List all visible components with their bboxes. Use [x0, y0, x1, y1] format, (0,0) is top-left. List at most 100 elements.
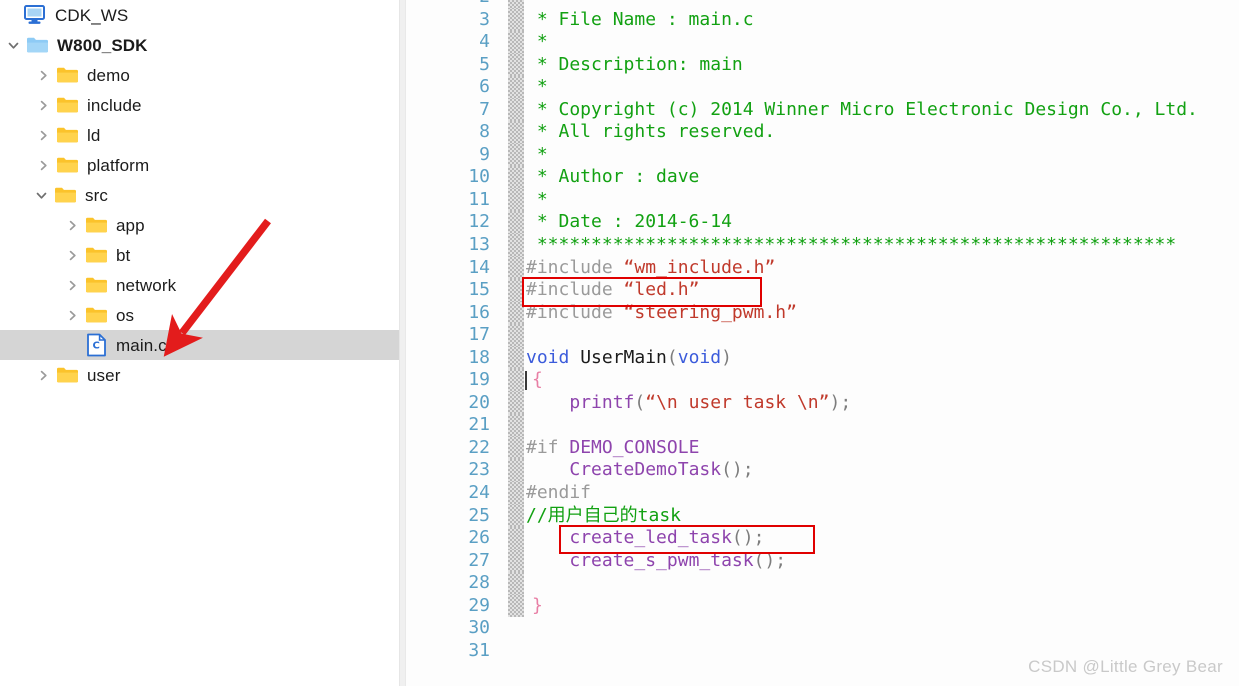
- fold-margin[interactable]: [508, 482, 524, 505]
- fold-margin[interactable]: [508, 211, 524, 235]
- panel-divider[interactable]: [399, 0, 406, 686]
- chevron-placeholder: [61, 330, 83, 360]
- tree-item-demo[interactable]: demo: [0, 60, 399, 90]
- token-parens: (): [721, 459, 743, 481]
- tree-item-cdk-ws[interactable]: CDK_WS: [0, 0, 399, 30]
- line-number: 8: [479, 121, 490, 143]
- chevron-right-icon[interactable]: [32, 60, 54, 90]
- fold-margin[interactable]: [508, 301, 524, 325]
- token-paren: ): [721, 346, 732, 368]
- fold-margin[interactable]: [508, 617, 524, 640]
- fold-margin[interactable]: [508, 76, 524, 99]
- chevron-right-icon[interactable]: [32, 360, 54, 390]
- tree-item-network[interactable]: network: [0, 270, 399, 300]
- tree-item-label: platform: [87, 155, 150, 175]
- tree-item-bt[interactable]: bt: [0, 240, 399, 270]
- fold-margin[interactable]: [508, 369, 524, 392]
- chevron-right-icon[interactable]: [61, 240, 83, 270]
- token-keyword-void: void: [526, 346, 570, 368]
- token-semicolon: ;: [742, 459, 754, 481]
- tree-item-platform[interactable]: platform: [0, 150, 399, 180]
- tree-item-label: user: [87, 365, 121, 385]
- tree-item-w800-sdk[interactable]: W800_SDK: [0, 30, 399, 60]
- chevron-right-icon[interactable]: [61, 270, 83, 300]
- code-text: //用户自己的task: [526, 504, 682, 526]
- line-number: 10: [468, 166, 490, 188]
- code-text: create_s_pwm_task();: [526, 550, 786, 573]
- fold-margin[interactable]: [508, 527, 524, 550]
- fold-margin[interactable]: [508, 414, 524, 437]
- chevron-right-icon[interactable]: [32, 120, 54, 150]
- fold-margin[interactable]: [508, 640, 524, 663]
- code-text: * Description: main: [526, 53, 743, 75]
- code-text: #if DEMO_CONSOLE: [526, 437, 699, 460]
- line-number: 30: [468, 617, 490, 639]
- tree-item-user[interactable]: user: [0, 360, 399, 390]
- tree-item-include[interactable]: include: [0, 90, 399, 120]
- chevron-down-icon[interactable]: [30, 180, 52, 210]
- line-number: 7: [479, 98, 490, 120]
- tree-item-os[interactable]: os: [0, 300, 399, 330]
- fold-margin[interactable]: [508, 459, 524, 483]
- fold-margin[interactable]: [508, 166, 524, 189]
- code-line: 21: [406, 414, 1239, 437]
- fold-margin[interactable]: [508, 324, 524, 347]
- chevron-right-icon[interactable]: [32, 90, 54, 120]
- tree-item-app[interactable]: app: [0, 210, 399, 240]
- chevron-right-icon[interactable]: [32, 150, 54, 180]
- fold-margin[interactable]: [508, 504, 524, 528]
- tree-item-ld[interactable]: ld: [0, 120, 399, 150]
- token-directive: #include: [526, 301, 613, 323]
- fold-margin[interactable]: [508, 572, 524, 595]
- chevron-down-icon[interactable]: [2, 30, 24, 60]
- svg-text:C: C: [92, 341, 99, 352]
- code-line: 25 //用户自己的task: [406, 504, 1239, 528]
- fold-margin[interactable]: [508, 256, 524, 280]
- code-text: * File Name : main.c: [526, 8, 754, 30]
- token-function-call: create_s_pwm_task: [569, 549, 754, 571]
- tree-item-label: os: [116, 305, 135, 325]
- fold-margin[interactable]: [508, 8, 524, 32]
- code-line: 4 *: [406, 31, 1239, 54]
- ide-window: CDK_WS W800_SDK demo include ld platform…: [0, 0, 1239, 686]
- code-scroll-area: 2 * 3 * File Name : main.c 4 * 5 * Descr…: [406, 0, 1239, 662]
- chevron-right-icon[interactable]: [61, 300, 83, 330]
- code-text: }: [532, 594, 543, 616]
- token-keyword-param: void: [677, 346, 722, 368]
- text-caret: [525, 371, 527, 391]
- tree-item-main-c[interactable]: C main.c: [0, 330, 399, 360]
- code-line: 15 #include “led.h”: [406, 279, 1239, 302]
- folder-icon: [83, 270, 109, 300]
- fold-margin[interactable]: [508, 121, 524, 144]
- fold-margin[interactable]: [508, 234, 524, 257]
- chevron-right-icon[interactable]: [61, 210, 83, 240]
- fold-margin[interactable]: [508, 31, 524, 54]
- fold-margin[interactable]: [508, 53, 524, 77]
- fold-margin[interactable]: [508, 279, 524, 302]
- tree-item-src[interactable]: src: [0, 180, 399, 210]
- code-text: * Copyright (c) 2014 Winner Micro Electr…: [526, 98, 1198, 120]
- fold-margin[interactable]: [508, 346, 524, 370]
- line-number: 22: [468, 436, 490, 458]
- code-line: 12 * Date : 2014-6-14: [406, 211, 1239, 235]
- fold-margin[interactable]: [508, 391, 524, 415]
- code-text: * Date : 2014-6-14: [526, 211, 732, 233]
- tree-item-label: ld: [87, 125, 101, 145]
- fold-margin[interactable]: [508, 0, 524, 9]
- fold-margin[interactable]: [508, 436, 524, 460]
- code-text: * All rights reserved.: [526, 121, 776, 143]
- token-semicolon: ;: [840, 391, 852, 413]
- fold-margin[interactable]: [508, 188, 524, 212]
- fold-margin[interactable]: [508, 594, 524, 618]
- fold-margin[interactable]: [508, 549, 524, 573]
- chevron-placeholder: [0, 0, 22, 30]
- token-quote-open: “: [623, 301, 635, 323]
- fold-margin[interactable]: [508, 143, 524, 167]
- fold-margin[interactable]: [508, 98, 524, 122]
- line-number: 13: [468, 234, 490, 256]
- code-text: #include “led.h”: [526, 279, 699, 302]
- code-editor[interactable]: 2 * 3 * File Name : main.c 4 * 5 * Descr…: [406, 0, 1239, 686]
- watermark-text: CSDN @Little Grey Bear: [1028, 657, 1223, 676]
- folder-icon: [54, 90, 80, 120]
- tree-item-label: W800_SDK: [57, 35, 148, 55]
